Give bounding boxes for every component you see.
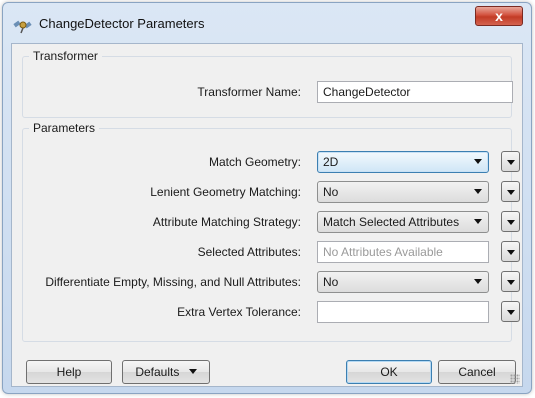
attribute-strategy-select[interactable]: Match Selected Attributes [317,211,489,233]
selected-attributes-options-button[interactable] [501,241,520,262]
extra-vertex-row: Extra Vertex Tolerance: [23,301,520,323]
resize-grip[interactable] [510,374,520,384]
match-geometry-label: Match Geometry: [208,155,301,169]
differentiate-label: Differentiate Empty, Missing, and Null A… [45,275,301,289]
cancel-button[interactable]: Cancel [438,360,516,384]
chevron-down-icon [507,220,515,225]
satellite-icon [13,15,33,35]
ok-button[interactable]: OK [346,360,432,384]
selected-attributes-label: Selected Attributes: [197,245,301,259]
help-button-label: Help [56,365,82,379]
chevron-down-icon [507,280,515,285]
attribute-strategy-value: Match Selected Attributes [323,215,460,229]
chevron-down-icon [474,279,482,284]
chevron-down-icon [474,159,482,164]
attribute-strategy-options-button[interactable] [501,211,520,232]
defaults-button-label: Defaults [135,365,180,379]
selected-attributes-row: Selected Attributes: No Attributes Avail… [23,241,520,263]
chevron-down-icon [188,369,197,375]
parameters-group-label: Parameters [29,121,100,135]
transformer-name-input[interactable]: ChangeDetector [317,81,513,103]
lenient-geometry-value: No [323,185,339,199]
chevron-down-icon [474,189,482,194]
differentiate-value: No [323,275,339,289]
ok-button-label: OK [380,365,398,379]
lenient-geometry-select[interactable]: No [317,181,489,203]
help-button[interactable]: Help [26,360,112,384]
match-geometry-row: Match Geometry: 2D [23,151,520,173]
match-geometry-select[interactable]: 2D [317,151,489,173]
lenient-geometry-label: Lenient Geometry Matching: [150,185,301,199]
parameters-group: Parameters Match Geometry: 2D Lenient Ge… [22,121,520,342]
close-button[interactable]: x [475,6,523,26]
transformer-group-label: Transformer [29,49,102,63]
attribute-strategy-label: Attribute Matching Strategy: [152,215,301,229]
dialog-window: ChangeDetector Parameters x Transformer … [2,2,532,394]
extra-vertex-label: Extra Vertex Tolerance: [177,305,301,319]
lenient-geometry-options-button[interactable] [501,181,520,202]
chevron-down-icon [507,250,515,255]
attribute-strategy-row: Attribute Matching Strategy: Match Selec… [23,211,520,233]
defaults-button[interactable]: Defaults [122,360,210,384]
differentiate-select[interactable]: No [317,271,489,293]
differentiate-options-button[interactable] [501,271,520,292]
dialog-title: ChangeDetector Parameters [39,16,205,31]
chevron-down-icon [507,310,515,315]
dialog-body: Transformer Transformer Name: ChangeDete… [11,43,523,387]
chevron-down-icon [474,219,482,224]
cancel-button-label: Cancel [458,365,496,379]
match-geometry-options-button[interactable] [501,151,520,172]
transformer-group: Transformer Transformer Name: ChangeDete… [22,49,513,118]
chevron-down-icon [507,190,515,195]
chevron-down-icon [507,160,515,165]
match-geometry-value: 2D [323,155,339,169]
close-icon: x [495,8,503,24]
differentiate-row: Differentiate Empty, Missing, and Null A… [23,271,520,293]
selected-attributes-input[interactable]: No Attributes Available [317,241,489,263]
transformer-name-row: Transformer Name: ChangeDetector [23,81,513,103]
extra-vertex-options-button[interactable] [501,301,520,322]
lenient-geometry-row: Lenient Geometry Matching: No [23,181,520,203]
transformer-name-label: Transformer Name: [197,85,301,99]
title-bar[interactable]: ChangeDetector Parameters x [3,3,531,45]
extra-vertex-input[interactable] [317,301,489,323]
